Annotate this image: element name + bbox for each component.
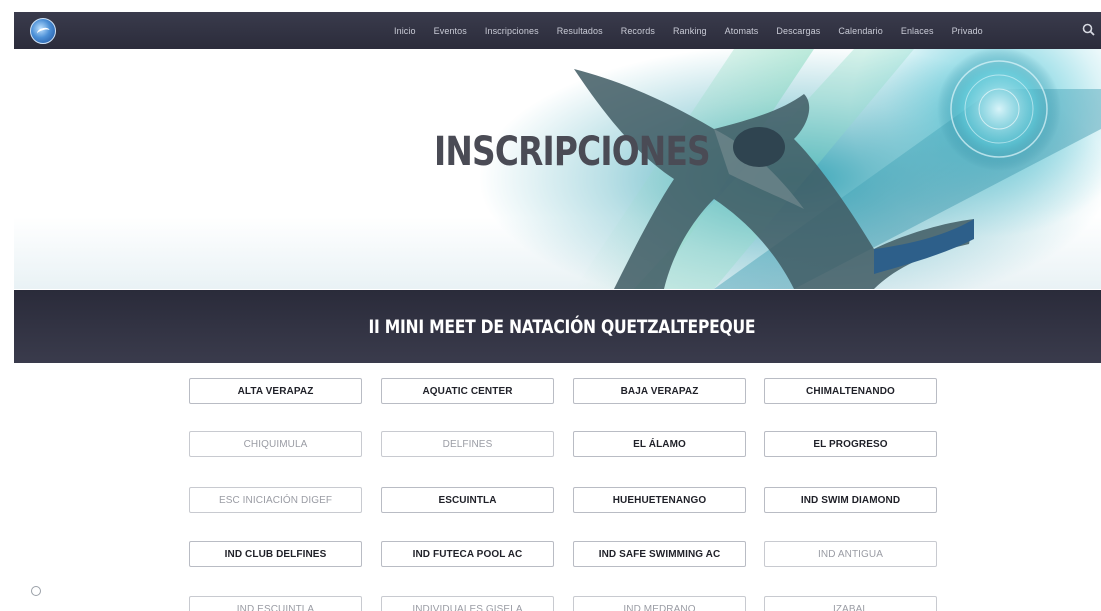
- hero-title: INSCRIPCIONES: [434, 129, 711, 175]
- club-button[interactable]: IZABAL: [764, 596, 937, 611]
- top-navigation-bar: Inicio Eventos Inscripciones Resultados …: [14, 12, 1101, 49]
- nav-item-records[interactable]: Records: [621, 26, 655, 36]
- club-button[interactable]: IND ANTIGUA: [764, 541, 937, 567]
- club-button[interactable]: IND CLUB DELFINES: [189, 541, 362, 567]
- nav-item-atomats[interactable]: Atomats: [725, 26, 759, 36]
- nav-item-resultados[interactable]: Resultados: [557, 26, 603, 36]
- nav-item-privado[interactable]: Privado: [952, 26, 983, 36]
- federation-logo[interactable]: [30, 18, 56, 44]
- club-button[interactable]: EL PROGRESO: [764, 431, 937, 457]
- club-button[interactable]: INDIVIDUALES GISELA: [381, 596, 554, 611]
- club-button[interactable]: ESCUINTLA: [381, 487, 554, 513]
- club-button[interactable]: CHIMALTENANDO: [764, 378, 937, 404]
- club-button[interactable]: BAJA VERAPAZ: [573, 378, 746, 404]
- club-button[interactable]: IND FUTECA POOL AC: [381, 541, 554, 567]
- info-icon[interactable]: [31, 586, 41, 596]
- club-button[interactable]: ALTA VERAPAZ: [189, 378, 362, 404]
- nav-item-inicio[interactable]: Inicio: [394, 26, 416, 36]
- main-menu: Inicio Eventos Inscripciones Resultados …: [394, 12, 1001, 49]
- nav-item-enlaces[interactable]: Enlaces: [901, 26, 934, 36]
- club-button[interactable]: HUEHUETENANGO: [573, 487, 746, 513]
- search-icon[interactable]: [1082, 23, 1095, 36]
- club-button[interactable]: IND SAFE SWIMMING AC: [573, 541, 746, 567]
- nav-item-inscripciones[interactable]: Inscripciones: [485, 26, 539, 36]
- event-title-band: II MINI MEET DE NATACIÓN QUETZALTEPEQUE: [14, 290, 1101, 363]
- nav-item-ranking[interactable]: Ranking: [673, 26, 707, 36]
- club-button[interactable]: IND SWIM DIAMOND: [764, 487, 937, 513]
- club-button[interactable]: CHIQUIMULA: [189, 431, 362, 457]
- event-title: II MINI MEET DE NATACIÓN QUETZALTEPEQUE: [368, 315, 755, 338]
- club-button[interactable]: DELFINES: [381, 431, 554, 457]
- club-button[interactable]: IND MEDRANO: [573, 596, 746, 611]
- club-button[interactable]: EL ÁLAMO: [573, 431, 746, 457]
- club-button[interactable]: ESC INICIACIÓN DIGEF: [189, 487, 362, 513]
- nav-item-eventos[interactable]: Eventos: [434, 26, 467, 36]
- hero-banner: INSCRIPCIONES: [14, 49, 1101, 289]
- nav-item-calendario[interactable]: Calendario: [838, 26, 883, 36]
- club-button[interactable]: AQUATIC CENTER: [381, 378, 554, 404]
- nav-item-descargas[interactable]: Descargas: [776, 26, 820, 36]
- club-button[interactable]: IND ESCUINTLA: [189, 596, 362, 611]
